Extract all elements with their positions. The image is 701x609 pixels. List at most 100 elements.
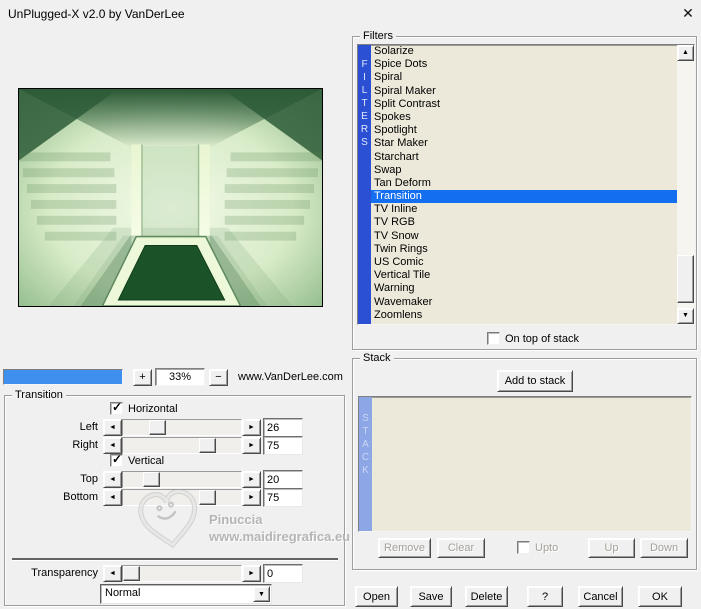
value-input-bottom[interactable] — [263, 488, 303, 507]
filter-item-tv-inline[interactable]: TV Inline — [371, 203, 677, 216]
filter-item-spice-dots[interactable]: Spice Dots — [371, 58, 677, 71]
checkbox-box: ✓ — [110, 452, 123, 467]
slider-row-transparency: Transparency ◄ ► — [0, 564, 345, 583]
value-input-transparency[interactable] — [263, 564, 303, 583]
slider-track-bottom[interactable] — [122, 489, 242, 506]
preview-panel[interactable] — [18, 88, 323, 307]
stack-listframe: STACK — [358, 396, 692, 532]
scroll-down-icon[interactable]: ▼ — [677, 308, 694, 324]
check-icon: ✓ — [112, 452, 123, 466]
filter-item-starchart[interactable]: Starchart — [371, 151, 677, 164]
filters-listframe: FILTERS Solarize Spice Dots Spiral Spiral M… — [357, 44, 695, 325]
filter-item-split-contrast[interactable]: Split Contrast — [371, 98, 677, 111]
stack-list[interactable] — [372, 397, 691, 531]
slider-thumb-left[interactable] — [149, 420, 166, 435]
slider-label-right: Right — [72, 439, 98, 451]
filter-item-zoomlens[interactable]: Zoomlens — [371, 309, 677, 322]
filter-item-spotlight[interactable]: Spotlight — [371, 124, 677, 137]
slider-label-top: Top — [80, 473, 98, 485]
zoom-level-display: 33% — [155, 368, 205, 386]
value-input-top[interactable] — [263, 470, 303, 489]
filter-item-vertical-tile[interactable]: Vertical Tile — [371, 269, 677, 282]
checkbox-box: ✓ — [517, 541, 530, 554]
filters-group-label: Filters — [360, 29, 396, 43]
right-arrow-icon[interactable]: ► — [242, 489, 261, 506]
open-button[interactable]: Open — [355, 586, 398, 607]
help-button[interactable]: ? — [527, 586, 563, 607]
cancel-button[interactable]: Cancel — [578, 586, 623, 607]
progress-bar — [3, 369, 123, 385]
slider-thumb-bottom[interactable] — [199, 490, 216, 505]
right-arrow-icon[interactable]: ► — [242, 565, 261, 582]
filter-item-twin-rings[interactable]: Twin Rings — [371, 243, 677, 256]
filter-item-solarize[interactable]: Solarize — [371, 45, 677, 58]
vertical-checkbox[interactable]: ✓ Vertical — [110, 452, 165, 467]
slider-row-top: Top ◄ ► — [0, 470, 345, 489]
filter-item-spiral[interactable]: Spiral — [371, 71, 677, 84]
right-arrow-icon[interactable]: ► — [242, 471, 261, 488]
blend-mode-select[interactable]: Normal ▼ — [100, 584, 272, 604]
check-icon: ✓ — [112, 400, 123, 414]
filter-item-warning[interactable]: Warning — [371, 282, 677, 295]
stack-group-label: Stack — [360, 351, 394, 365]
transition-group-label: Transition — [12, 388, 66, 402]
website-link: www.VanDerLee.com — [238, 371, 343, 383]
slider-row-bottom: Bottom ◄ ► — [0, 488, 345, 507]
filter-item-transition[interactable]: Transition — [371, 190, 677, 204]
slider-thumb-transparency[interactable] — [123, 566, 140, 581]
scroll-up-icon[interactable]: ▲ — [677, 45, 694, 61]
preview-image — [19, 89, 322, 306]
slider-thumb-right[interactable] — [199, 438, 216, 453]
on-top-of-stack-label: On top of stack — [505, 332, 579, 345]
add-to-stack-button[interactable]: Add to stack — [497, 370, 573, 392]
filter-item-us-comic[interactable]: US Comic — [371, 256, 677, 269]
filter-item-tan-deform[interactable]: Tan Deform — [371, 177, 677, 190]
divider — [12, 558, 338, 561]
right-arrow-icon[interactable]: ► — [242, 419, 261, 436]
filter-item-star-maker[interactable]: Star Maker — [371, 137, 677, 150]
horizontal-checkbox[interactable]: ✓ Horizontal — [110, 400, 178, 415]
save-button[interactable]: Save — [410, 586, 452, 607]
slider-thumb-top[interactable] — [143, 472, 160, 487]
filter-item-spokes[interactable]: Spokes — [371, 111, 677, 124]
right-arrow-icon[interactable]: ► — [242, 437, 261, 454]
clear-button: Clear — [437, 538, 485, 558]
slider-track-transparency[interactable] — [122, 565, 242, 582]
filters-side-bar: FILTERS — [358, 45, 371, 324]
down-button: Down — [640, 538, 688, 558]
on-top-of-stack-checkbox[interactable]: ✓ On top of stack — [487, 332, 579, 345]
slider-row-right: Right ◄ ► — [0, 436, 345, 455]
scrollbar-thumb[interactable] — [677, 255, 694, 303]
zoom-in-button[interactable]: + — [133, 369, 152, 386]
up-button: Up — [588, 538, 635, 558]
zoom-out-button[interactable]: − — [209, 369, 228, 386]
slider-track-left[interactable] — [122, 419, 242, 436]
left-arrow-icon[interactable]: ◄ — [103, 419, 122, 436]
filters-scrollbar[interactable]: ▲ ▼ — [677, 45, 694, 324]
left-arrow-icon[interactable]: ◄ — [103, 565, 122, 582]
checkbox-box: ✓ — [110, 400, 123, 415]
close-icon[interactable]: ✕ — [678, 3, 698, 23]
filter-item-wavemaker[interactable]: Wavemaker — [371, 296, 677, 309]
slider-label-left: Left — [79, 421, 98, 433]
left-arrow-icon[interactable]: ◄ — [103, 471, 122, 488]
filter-item-tv-snow[interactable]: TV Snow — [371, 230, 677, 243]
slider-label-transparency: Transparency — [31, 567, 98, 579]
filter-item-tv-rgb[interactable]: TV RGB — [371, 216, 677, 229]
vertical-checkbox-label: Vertical — [128, 454, 165, 467]
filters-list[interactable]: Solarize Spice Dots Spiral Spiral Maker Spli… — [371, 45, 677, 324]
value-input-right[interactable] — [263, 436, 303, 455]
filter-item-swap[interactable]: Swap — [371, 164, 677, 177]
filter-item-spiral-maker[interactable]: Spiral Maker — [371, 85, 677, 98]
dropdown-arrow-icon[interactable]: ▼ — [253, 586, 270, 602]
delete-button[interactable]: Delete — [465, 586, 508, 607]
slider-track-top[interactable] — [122, 471, 242, 488]
slider-label-bottom: Bottom — [63, 491, 98, 503]
slider-track-right[interactable] — [122, 437, 242, 454]
left-arrow-icon[interactable]: ◄ — [103, 489, 122, 506]
value-input-left[interactable] — [263, 418, 303, 437]
ok-button[interactable]: OK — [638, 586, 682, 607]
checkbox-box: ✓ — [487, 332, 500, 345]
progress-fill — [4, 370, 122, 384]
window-title: UnPlugged-X v2.0 by VanDerLee — [8, 7, 185, 21]
